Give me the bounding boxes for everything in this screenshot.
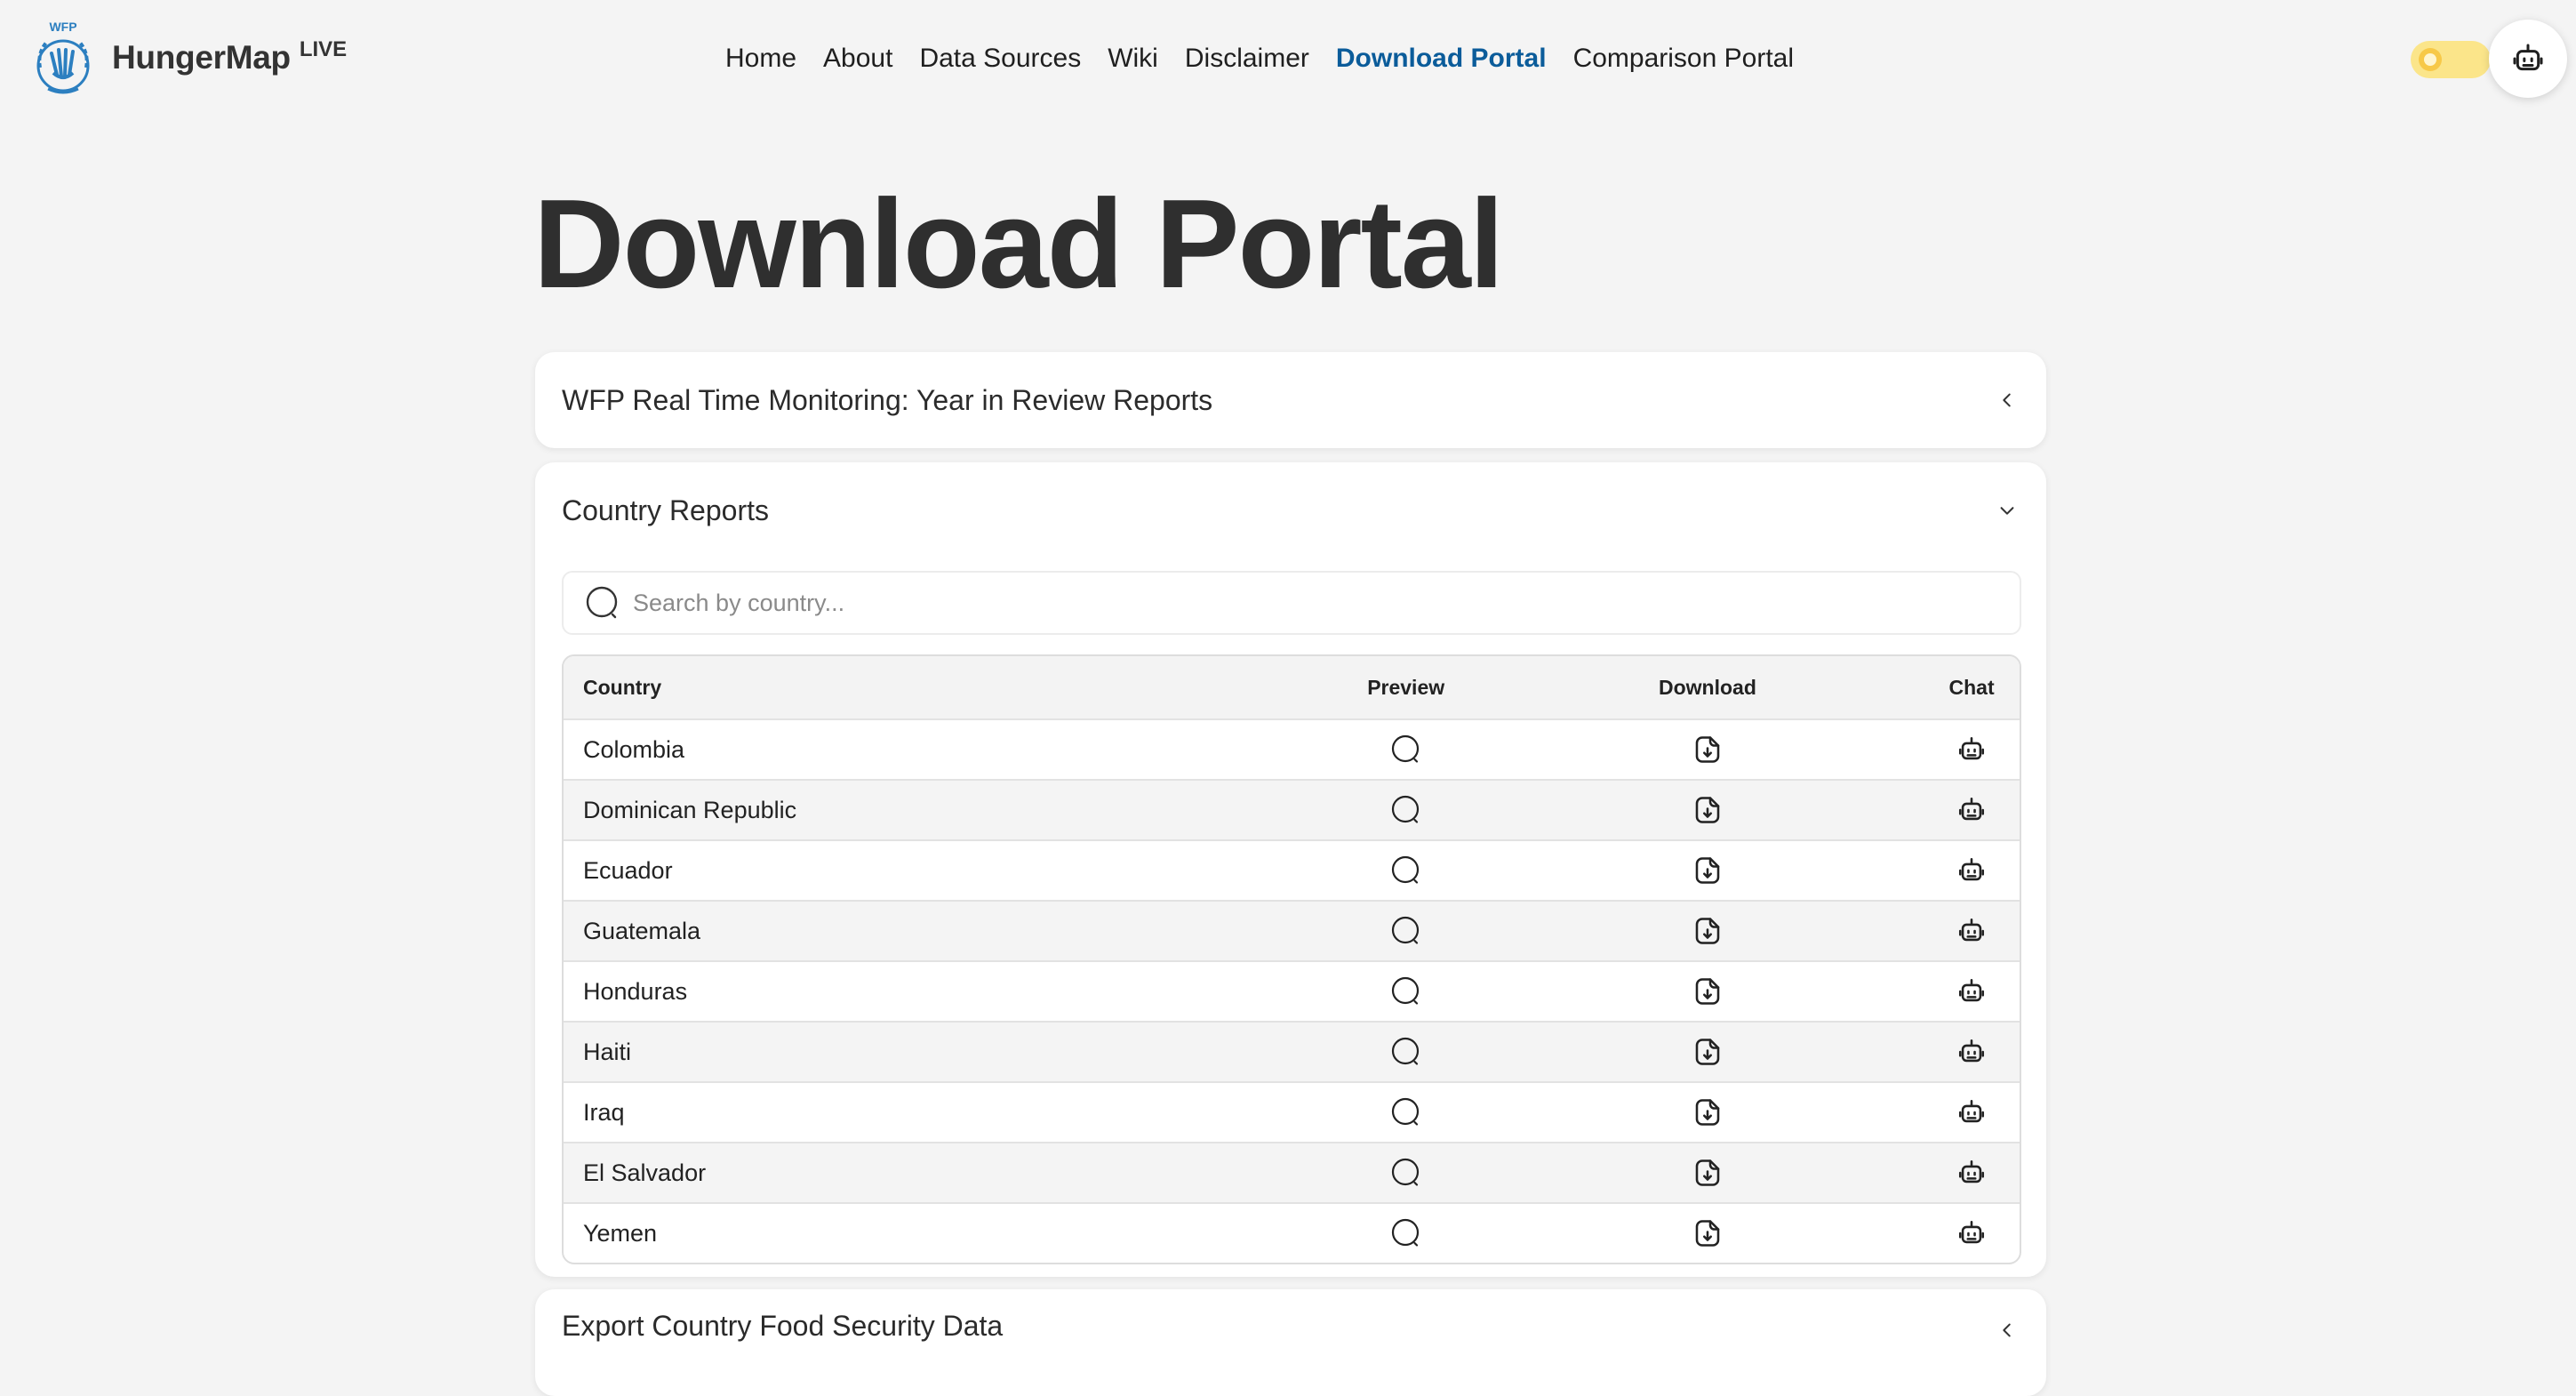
country-name: Dominican Republic — [583, 796, 797, 823]
table-row: Ecuador — [564, 839, 2020, 900]
table-row: El Salvador — [564, 1142, 2020, 1202]
chevron-down-icon — [1995, 498, 2020, 523]
nav-home[interactable]: Home — [725, 44, 796, 74]
table-row: Iraq — [564, 1081, 2020, 1142]
download-file-icon[interactable] — [1692, 854, 1724, 887]
wfp-emblem-icon: WFP — [25, 18, 101, 96]
chat-robot-icon[interactable] — [1956, 855, 1987, 886]
country-name: Iraq — [583, 1098, 625, 1126]
export-food-security-title: Export Country Food Security Data — [562, 1310, 1004, 1342]
hungermap-logo[interactable]: WFP HungerMap LIVE — [25, 18, 347, 96]
chat-robot-icon[interactable] — [1956, 976, 1987, 1007]
page-title: Download Portal — [533, 173, 1504, 315]
country-reports-title: Country Reports — [562, 493, 769, 526]
preview-search-icon[interactable] — [1390, 734, 1422, 766]
logo-badge: WFP — [49, 20, 76, 34]
search-input[interactable] — [633, 589, 1966, 617]
logo-name: HungerMap — [112, 39, 291, 76]
table-row: Haiti — [564, 1021, 2020, 1081]
download-file-icon[interactable] — [1692, 1096, 1724, 1128]
chatbot-button[interactable] — [2489, 20, 2567, 98]
chat-robot-icon[interactable] — [1956, 1158, 1987, 1188]
country-name: Haiti — [583, 1038, 632, 1065]
country-name: Ecuador — [583, 856, 673, 884]
chat-robot-icon[interactable] — [1956, 734, 1987, 765]
sun-icon — [2416, 45, 2444, 74]
logo-suffix: LIVE — [299, 37, 348, 61]
chevron-left-icon — [1995, 388, 2020, 413]
preview-search-icon[interactable] — [1390, 1157, 1422, 1189]
chat-robot-icon[interactable] — [1956, 1097, 1987, 1127]
country-reports-accordion: Country Reports Country Preview Download… — [535, 462, 2046, 1277]
country-name: Guatemala — [583, 917, 701, 944]
preview-search-icon[interactable] — [1390, 975, 1422, 1007]
year-in-review-header[interactable]: WFP Real Time Monitoring: Year in Review… — [535, 352, 2046, 448]
table-row: Dominican Republic — [564, 779, 2020, 839]
column-header-country: Country — [583, 675, 662, 699]
download-file-icon[interactable] — [1692, 1036, 1724, 1068]
year-in-review-title: WFP Real Time Monitoring: Year in Review… — [562, 383, 1213, 416]
chevron-left-icon — [1995, 1318, 2020, 1343]
column-header-chat: Chat — [1948, 675, 1995, 699]
download-file-icon[interactable] — [1692, 915, 1724, 947]
theme-toggle[interactable] — [2411, 41, 2491, 78]
main-nav: Home About Data Sources Wiki Disclaimer … — [725, 39, 1820, 78]
preview-search-icon[interactable] — [1390, 915, 1422, 947]
preview-search-icon[interactable] — [1390, 1217, 1422, 1249]
column-header-download: Download — [1659, 675, 1756, 699]
chat-robot-icon[interactable] — [1956, 795, 1987, 825]
country-reports-table: Country Preview Download Chat Colombia D… — [562, 654, 2021, 1264]
table-row: Guatemala — [564, 900, 2020, 960]
table-row: Honduras — [564, 960, 2020, 1021]
download-file-icon[interactable] — [1692, 1217, 1724, 1249]
preview-search-icon[interactable] — [1390, 854, 1422, 887]
chat-robot-icon[interactable] — [1956, 916, 1987, 946]
table-row: Yemen — [564, 1202, 2020, 1263]
preview-search-icon[interactable] — [1390, 1036, 1422, 1068]
country-name: Honduras — [583, 977, 688, 1005]
nav-download-portal[interactable]: Download Portal — [1336, 44, 1547, 74]
nav-comparison-portal[interactable]: Comparison Portal — [1573, 44, 1794, 74]
table-row: Colombia — [564, 718, 2020, 779]
search-icon — [585, 585, 620, 621]
chat-robot-icon[interactable] — [1956, 1218, 1987, 1248]
preview-search-icon[interactable] — [1390, 1096, 1422, 1128]
column-header-preview: Preview — [1367, 675, 1445, 699]
country-name: El Salvador — [583, 1159, 707, 1186]
download-file-icon[interactable] — [1692, 734, 1724, 766]
country-reports-header[interactable]: Country Reports — [535, 462, 2046, 558]
table-header-row: Country Preview Download Chat — [564, 656, 2020, 718]
country-name: Colombia — [583, 735, 685, 763]
download-file-icon[interactable] — [1692, 794, 1724, 826]
preview-search-icon[interactable] — [1390, 794, 1422, 826]
top-header: WFP HungerMap LIVE Home About Data Sourc… — [0, 0, 2576, 117]
country-name: Yemen — [583, 1219, 658, 1247]
nav-disclaimer[interactable]: Disclaimer — [1185, 44, 1309, 74]
download-file-icon[interactable] — [1692, 975, 1724, 1007]
chat-robot-icon[interactable] — [1956, 1037, 1987, 1067]
nav-about[interactable]: About — [823, 44, 892, 74]
country-search — [562, 571, 2021, 635]
export-food-security-header[interactable]: Export Country Food Security Data — [535, 1289, 2046, 1343]
year-in-review-accordion: WFP Real Time Monitoring: Year in Review… — [535, 352, 2046, 448]
robot-icon — [2510, 41, 2546, 76]
nav-wiki[interactable]: Wiki — [1108, 44, 1158, 74]
download-file-icon[interactable] — [1692, 1157, 1724, 1189]
nav-data-sources[interactable]: Data Sources — [919, 44, 1081, 74]
export-food-security-accordion: Export Country Food Security Data — [535, 1289, 2046, 1396]
